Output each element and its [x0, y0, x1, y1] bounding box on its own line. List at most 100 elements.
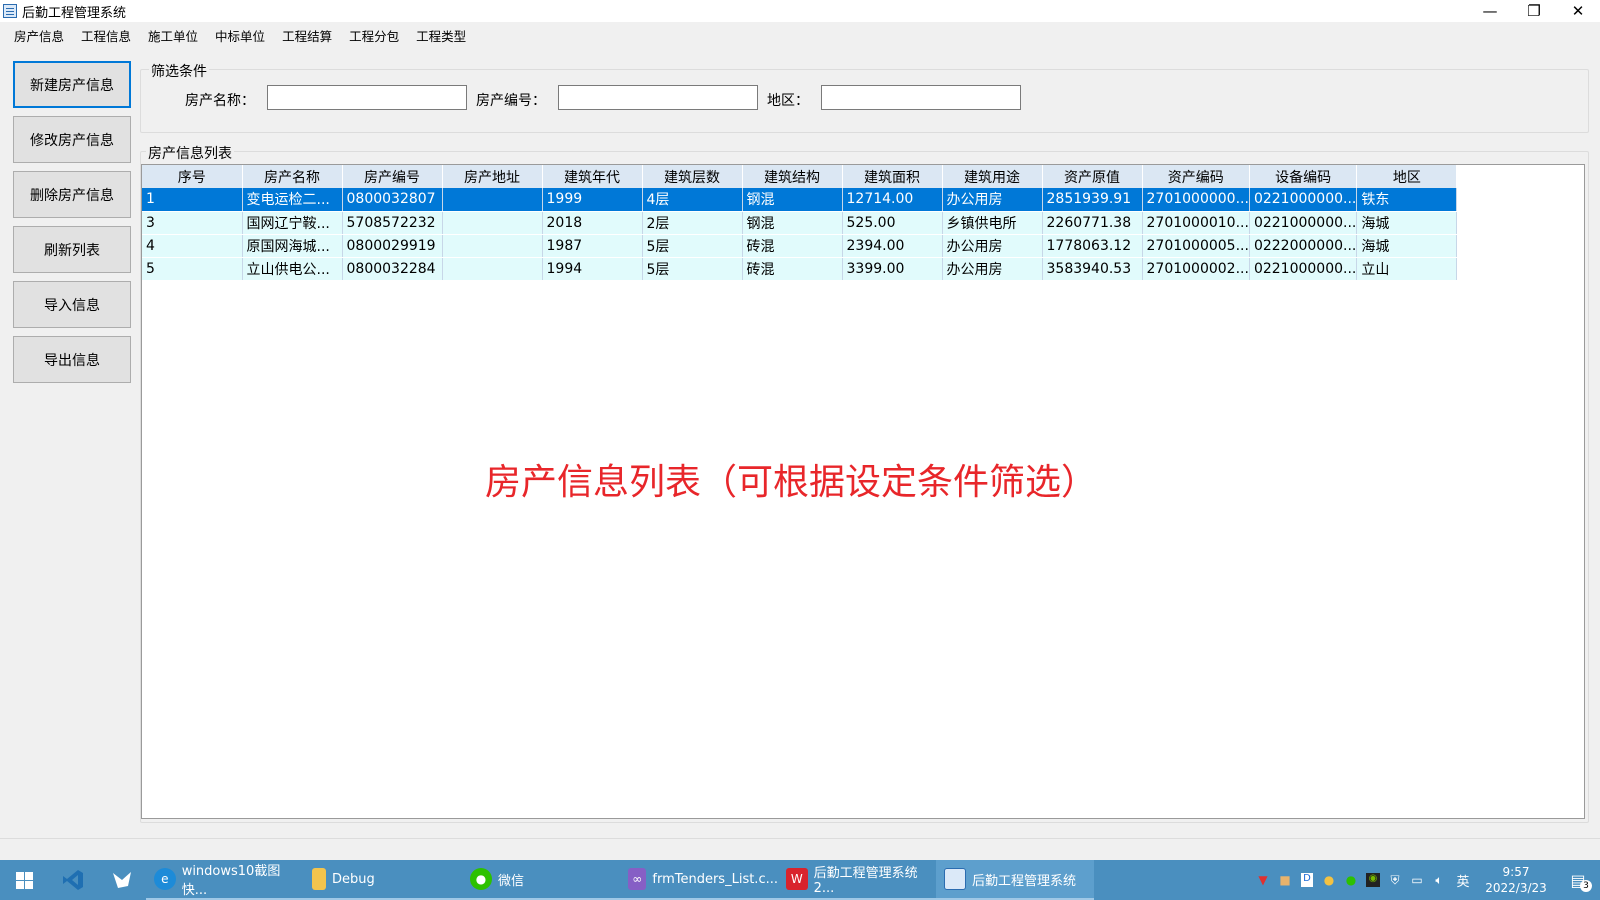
nvidia-tray-icon[interactable]: ◉: [1362, 860, 1384, 900]
network-icon[interactable]: ▭: [1406, 860, 1428, 900]
table-cell[interactable]: 钢混: [742, 211, 843, 235]
doc-tray-icon[interactable]: D: [1296, 860, 1318, 900]
table-row[interactable]: 4 原国网海城... 0800029919 1987 5层 砖混 2394.00 办公用房 17…: [142, 234, 1458, 258]
table-cell[interactable]: 2701000000...: [1142, 188, 1250, 212]
table-cell[interactable]: 原国网海城...: [242, 234, 343, 258]
col-header-floors[interactable]: 建筑层数: [642, 165, 743, 188]
table-cell[interactable]: 4层: [642, 188, 743, 212]
table-cell[interactable]: 办公用房: [942, 257, 1043, 281]
col-header-structure[interactable]: 建筑结构: [742, 165, 843, 188]
table-row[interactable]: 5 立山供电公... 0800032284 1994 5层 砖混 3399.00 办公用房 35…: [142, 257, 1458, 281]
volume-icon[interactable]: 🔈︎: [1428, 860, 1450, 900]
table-cell[interactable]: 3399.00: [842, 257, 943, 281]
table-cell[interactable]: 钢混: [742, 188, 843, 212]
table-cell[interactable]: [442, 211, 543, 235]
table-cell[interactable]: 3583940.53: [1042, 257, 1143, 281]
wps-tray-icon[interactable]: ▼: [1252, 860, 1274, 900]
taskbar-app-wps[interactable]: W 后勤工程管理系统2...: [778, 860, 936, 900]
edit-property-button[interactable]: 修改房产信息: [13, 116, 131, 163]
notification-icon[interactable]: ▤ 3: [1556, 860, 1600, 900]
menu-project-info[interactable]: 工程信息: [74, 26, 141, 45]
table-cell[interactable]: 0221000000...: [1249, 257, 1358, 281]
col-header-region[interactable]: 地区: [1356, 165, 1458, 188]
table-cell[interactable]: 5708572232: [342, 211, 443, 235]
table-cell[interactable]: 2701000010...: [1142, 211, 1250, 235]
taskbar-feishu[interactable]: [97, 860, 146, 900]
table-cell[interactable]: 0800032284: [342, 257, 443, 281]
table-cell[interactable]: 2851939.91: [1042, 188, 1143, 212]
col-header-code[interactable]: 房产编号: [342, 165, 443, 188]
table-cell[interactable]: 国网辽宁鞍...: [242, 211, 343, 235]
menu-property-info[interactable]: 房产信息: [7, 26, 74, 45]
col-header-year[interactable]: 建筑年代: [542, 165, 643, 188]
table-cell[interactable]: 4: [142, 234, 243, 258]
table-cell[interactable]: [442, 234, 543, 258]
table-cell[interactable]: 1987: [542, 234, 643, 258]
table-cell[interactable]: 海城: [1356, 211, 1458, 235]
col-header-asset-code[interactable]: 资产编码: [1142, 165, 1250, 188]
table-cell[interactable]: 525.00: [842, 211, 943, 235]
globe-tray-icon[interactable]: ●: [1318, 860, 1340, 900]
table-cell[interactable]: 5: [142, 257, 243, 281]
table-cell[interactable]: 变电运检二...: [242, 188, 343, 212]
col-header-area[interactable]: 建筑面积: [842, 165, 943, 188]
table-cell[interactable]: 1994: [542, 257, 643, 281]
table-cell[interactable]: 0221000000...: [1249, 188, 1358, 212]
col-header-index[interactable]: 序号: [142, 165, 243, 188]
property-name-input[interactable]: [267, 85, 467, 110]
close-button[interactable]: ✕: [1556, 0, 1600, 22]
table-cell[interactable]: 0800029919: [342, 234, 443, 258]
table-cell[interactable]: 乡镇供电所: [942, 211, 1043, 235]
table-cell[interactable]: [442, 188, 543, 212]
table-cell[interactable]: 立山: [1356, 257, 1458, 281]
taskbar-app-wechat[interactable]: ● 微信: [462, 860, 620, 900]
menu-project-settlement[interactable]: 工程结算: [275, 26, 342, 45]
table-cell[interactable]: 2701000002...: [1142, 257, 1250, 281]
table-cell[interactable]: 砖混: [742, 234, 843, 258]
table-cell[interactable]: 2层: [642, 211, 743, 235]
clock[interactable]: 9:57 2022/3/23: [1476, 864, 1556, 896]
col-header-address[interactable]: 房产地址: [442, 165, 543, 188]
minimize-button[interactable]: —: [1468, 0, 1512, 22]
table-cell[interactable]: 3: [142, 211, 243, 235]
table-cell[interactable]: 1778063.12: [1042, 234, 1143, 258]
taskbar-app-edge[interactable]: e windows10截图快...: [146, 860, 304, 900]
col-header-asset-value[interactable]: 资产原值: [1042, 165, 1143, 188]
menu-project-subcontract[interactable]: 工程分包: [342, 26, 409, 45]
table-cell[interactable]: 1: [142, 188, 243, 212]
table-cell[interactable]: 2394.00: [842, 234, 943, 258]
table-cell[interactable]: 1999: [542, 188, 643, 212]
table-cell[interactable]: 5层: [642, 234, 743, 258]
new-property-button[interactable]: 新建房产信息: [13, 61, 131, 108]
table-cell[interactable]: 铁东: [1356, 188, 1458, 212]
delete-property-button[interactable]: 删除房产信息: [13, 171, 131, 218]
table-cell[interactable]: 立山供电公...: [242, 257, 343, 281]
table-cell[interactable]: 办公用房: [942, 234, 1043, 258]
cat-tray-icon[interactable]: ■: [1274, 860, 1296, 900]
table-cell[interactable]: 海城: [1356, 234, 1458, 258]
table-cell[interactable]: 2701000005...: [1142, 234, 1250, 258]
table-cell[interactable]: 0800032807: [342, 188, 443, 212]
table-cell[interactable]: 12714.00: [842, 188, 943, 212]
refresh-list-button[interactable]: 刷新列表: [13, 226, 131, 273]
taskbar-app-explorer[interactable]: Debug: [304, 860, 462, 900]
table-row[interactable]: 1 变电运检二... 0800032807 1999 4层 钢混 12714.00 办公用房 2…: [142, 188, 1458, 212]
table-cell[interactable]: 办公用房: [942, 188, 1043, 212]
property-code-input[interactable]: [558, 85, 758, 110]
table-cell[interactable]: 2018: [542, 211, 643, 235]
col-header-equipment-code[interactable]: 设备编码: [1249, 165, 1358, 188]
table-cell[interactable]: 砖混: [742, 257, 843, 281]
table-cell[interactable]: 0222000000...: [1249, 234, 1358, 258]
table-row[interactable]: 3 国网辽宁鞍... 5708572232 2018 2层 钢混 525.00 乡镇供电所 22…: [142, 211, 1458, 235]
menu-winning-bidder[interactable]: 中标单位: [208, 26, 275, 45]
taskbar-app-visual-studio[interactable]: ∞ frmTenders_List.c...: [620, 860, 778, 900]
wechat-tray-icon[interactable]: ●: [1340, 860, 1362, 900]
col-header-name[interactable]: 房产名称: [242, 165, 343, 188]
taskbar-vscode[interactable]: [48, 860, 97, 900]
start-button[interactable]: [0, 860, 48, 900]
table-cell[interactable]: [442, 257, 543, 281]
export-button[interactable]: 导出信息: [13, 336, 131, 383]
col-header-usage[interactable]: 建筑用途: [942, 165, 1043, 188]
menu-project-type[interactable]: 工程类型: [409, 26, 476, 45]
menu-construction-unit[interactable]: 施工单位: [141, 26, 208, 45]
